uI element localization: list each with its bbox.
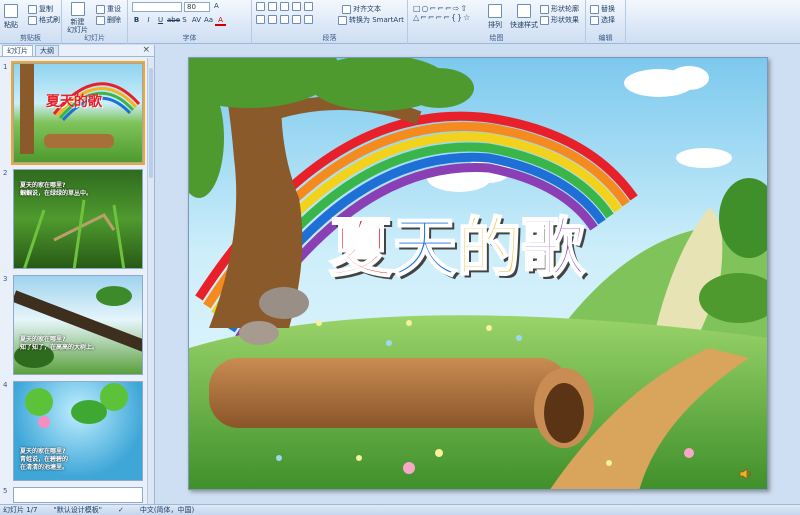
theme-name: "默认设计模板": [53, 506, 102, 514]
slides-group-label: 幻灯片: [84, 34, 105, 42]
shape-effects-button[interactable]: 形状效果: [540, 15, 579, 25]
font-name-combo[interactable]: [132, 2, 182, 12]
arrange-button[interactable]: 排列: [488, 4, 502, 30]
shapes-gallery[interactable]: □○⌐⌐⌐⇨⇧ △⌐⌐⌐⌐{}☆: [413, 4, 475, 22]
slides-pane: 幻灯片 大纲 × 1 夏天的歌 2 夏天的家在哪里? 蝈蝈说，在绿绿的草丛中。 …: [0, 45, 155, 504]
close-icon[interactable]: ×: [142, 45, 150, 55]
select-button[interactable]: 选择: [590, 15, 615, 25]
title-char-1: 夏: [328, 212, 394, 286]
spacing-button[interactable]: AV: [191, 15, 202, 26]
decrease-indent-icon[interactable]: [280, 2, 289, 11]
reset-icon: [96, 4, 105, 14]
slide-stage: 夏 天 的 歌: [156, 45, 800, 504]
reset-button[interactable]: 重设: [96, 4, 121, 14]
format-painter-button[interactable]: 格式刷: [28, 15, 60, 25]
strikethrough-button[interactable]: abe: [167, 15, 180, 26]
powerpoint-window: 粘贴 复制 格式刷 剪贴板 新建 幻灯片 重设 删除 幻灯片 80 A B I …: [0, 0, 800, 515]
thumbnail-1-title: 夏天的歌: [46, 94, 102, 110]
align-left-icon[interactable]: [256, 15, 265, 24]
list-buttons: [256, 2, 313, 11]
align-text-button[interactable]: 对齐文本: [342, 4, 381, 14]
columns-icon[interactable]: [304, 15, 313, 24]
tab-slides[interactable]: 幻灯片: [2, 45, 33, 56]
pane-scrollbar[interactable]: [147, 58, 154, 504]
font-group: 80 A B I U abe S AV Aa A 字体: [128, 0, 252, 44]
copy-button[interactable]: 复制: [28, 4, 53, 14]
language-indicator[interactable]: 中文(简体，中国): [140, 505, 194, 515]
brush-icon: [28, 15, 37, 25]
speaker-icon[interactable]: [739, 468, 753, 480]
slide-counter: 幻灯片 1/7: [3, 506, 38, 514]
paragraph-group-label: 段落: [322, 34, 337, 42]
bullets-icon[interactable]: [256, 2, 265, 11]
thumbnail-image: 夏天的家在哪里? 知了知了，在高高的大树上。: [13, 275, 143, 375]
slides-group: 新建 幻灯片 重设 删除 幻灯片: [62, 0, 128, 44]
align-right-icon[interactable]: [280, 15, 289, 24]
replace-button[interactable]: 替换: [590, 4, 615, 14]
paste-icon: [4, 4, 18, 18]
slide-title[interactable]: 夏 天 的 歌: [328, 212, 586, 286]
line-spacing-icon[interactable]: [304, 2, 313, 11]
italic-button[interactable]: I: [143, 15, 154, 26]
shadow-button[interactable]: S: [179, 15, 190, 26]
pen-icon: [540, 4, 549, 14]
clipboard-group: 粘贴 复制 格式刷 剪贴板: [0, 0, 62, 44]
ribbon: 粘贴 复制 格式刷 剪贴板 新建 幻灯片 重设 删除 幻灯片 80 A B I …: [0, 0, 800, 44]
increase-indent-icon[interactable]: [292, 2, 301, 11]
thumbnail-2-text: 夏天的家在哪里? 蝈蝈说，在绿绿的草丛中。: [20, 182, 93, 197]
status-bar: 幻灯片 1/7 "默认设计模板" ✓ 中文(简体，中国): [0, 504, 800, 515]
font-color-button[interactable]: A: [215, 15, 226, 26]
delete-slide-button[interactable]: 删除: [96, 15, 121, 25]
effects-icon: [540, 15, 549, 25]
font-size-combo[interactable]: 80: [184, 2, 210, 12]
align-text-icon: [342, 4, 351, 14]
bold-button[interactable]: B: [131, 15, 142, 26]
tab-outline[interactable]: 大纲: [35, 45, 59, 56]
align-center-icon[interactable]: [268, 15, 277, 24]
title-char-2: 天: [392, 212, 458, 286]
thumbnail-image: 夏天的歌: [11, 61, 145, 165]
select-icon: [590, 15, 599, 25]
grow-font-button[interactable]: A: [214, 2, 219, 10]
scrollbar-thumb[interactable]: [149, 68, 153, 178]
numbering-icon[interactable]: [268, 2, 277, 11]
quick-styles-icon: [517, 4, 531, 18]
paragraph-group: 对齐文本 转换为 SmartArt 段落: [252, 0, 408, 44]
copy-icon: [28, 4, 37, 14]
thumbnail-1-art: [20, 64, 141, 154]
editing-group-label: 编辑: [598, 34, 613, 42]
new-slide-icon: [70, 2, 85, 16]
delete-icon: [96, 15, 105, 25]
clipboard-group-label: 剪贴板: [20, 34, 41, 42]
current-slide[interactable]: 夏 天 的 歌: [188, 57, 768, 490]
pane-tabs: 幻灯片 大纲 ×: [0, 45, 154, 57]
title-char-4: 歌: [520, 212, 586, 286]
editing-group: 替换 选择 编辑: [586, 0, 626, 44]
font-format-row: B I U abe S AV Aa A: [131, 15, 226, 26]
quick-styles-button[interactable]: 快速样式: [510, 4, 538, 30]
thumbnail-image: 夏天的家在哪里? 青蛙说，在碧碧的 在清清的池塘里。: [13, 381, 143, 481]
justify-icon[interactable]: [292, 15, 301, 24]
drawing-group: □○⌐⌐⌐⇨⇧ △⌐⌐⌐⌐{}☆ 排列 快速样式 形状轮廓 形状效果 绘图: [408, 0, 586, 44]
convert-smartart-button[interactable]: 转换为 SmartArt: [338, 15, 404, 25]
paste-button[interactable]: 粘贴: [4, 4, 18, 30]
arrange-icon: [488, 4, 502, 18]
smartart-icon: [338, 15, 347, 25]
thumbnail-image: [13, 487, 143, 503]
title-char-3: 的: [456, 212, 522, 286]
align-buttons: [256, 15, 313, 24]
replace-icon: [590, 4, 599, 14]
thumbnail-4-text: 夏天的家在哪里? 青蛙说，在碧碧的 在清清的池塘里。: [20, 448, 69, 471]
drawing-group-label: 绘图: [489, 34, 504, 42]
spellcheck-icon[interactable]: ✓: [118, 505, 124, 515]
change-case-button[interactable]: Aa: [203, 15, 214, 26]
grow-font-icon: A: [214, 2, 219, 10]
thumbnail-3-text: 夏天的家在哪里? 知了知了，在高高的大树上。: [20, 336, 99, 351]
thumbnail-image: 夏天的家在哪里? 蝈蝈说，在绿绿的草丛中。: [13, 169, 143, 269]
shape-outline-button[interactable]: 形状轮廓: [540, 4, 579, 14]
new-slide-button[interactable]: 新建 幻灯片: [67, 2, 88, 34]
thumbnail-3-art: [14, 286, 142, 368]
underline-button[interactable]: U: [155, 15, 166, 26]
font-group-label: 字体: [182, 34, 197, 42]
